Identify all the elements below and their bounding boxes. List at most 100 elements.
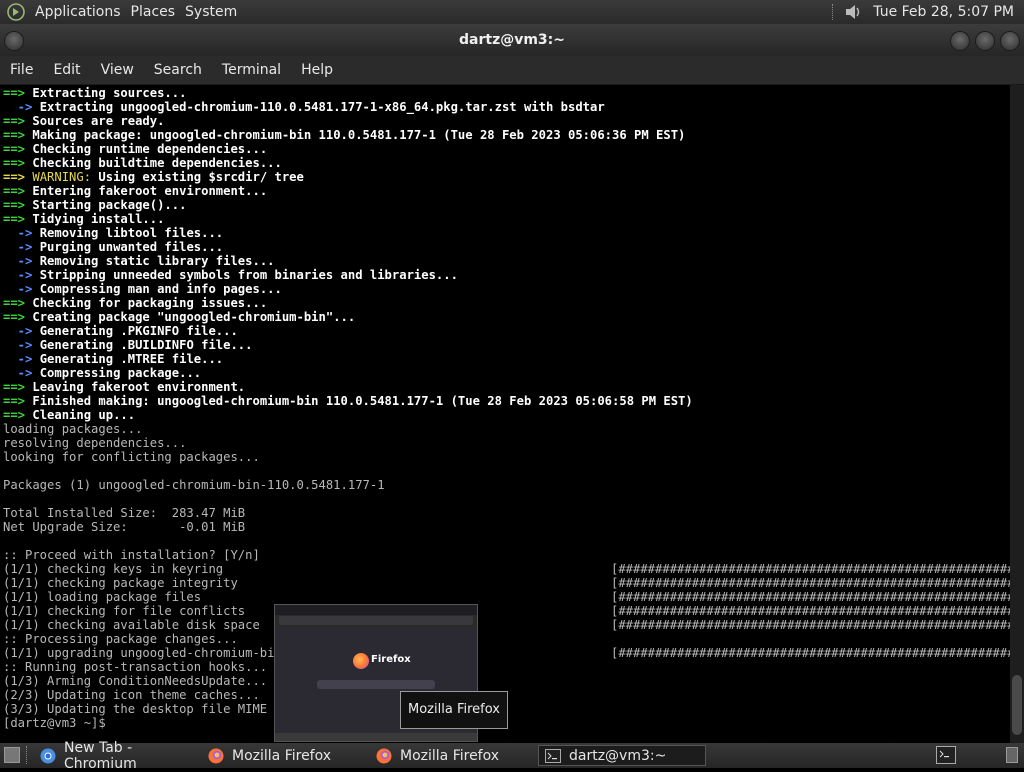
line-text: (1/1) loading package files (3, 590, 202, 604)
line-text: :: Running post-transaction hooks... (3, 660, 268, 674)
line-text: Checking buildtime dependencies... (25, 156, 282, 170)
show-desktop-icon[interactable] (4, 747, 20, 763)
line-prefix: -> (3, 352, 33, 366)
applications-menu[interactable]: Applications (30, 0, 126, 24)
window-menu-button[interactable] (4, 31, 24, 51)
firefox-icon (376, 748, 392, 763)
taskbar-terminal[interactable]: dartz@vm3:~ (538, 745, 706, 766)
terminal-line: :: Proceed with installation? [Y/n] (3, 548, 260, 562)
minimize-button[interactable] (950, 31, 970, 51)
terminal-line: (1/1) upgrading ungoogled-chromium-bin (3, 646, 282, 660)
progress-bar-text: [#######################################… (611, 604, 1010, 618)
line-text: (1/1) checking keys in keyring (3, 562, 224, 576)
trash-icon[interactable] (1006, 747, 1018, 763)
line-text: resolving dependencies... (3, 436, 187, 450)
terminal-line: ==> Creating package "ungoogled-chromium… (3, 310, 355, 324)
scrollbar-thumb[interactable] (1012, 675, 1022, 735)
menu-search[interactable]: Search (144, 56, 212, 84)
maximize-button[interactable] (975, 31, 995, 51)
line-text: Making package: ungoogled-chromium-bin 1… (25, 128, 686, 142)
menu-view[interactable]: View (91, 56, 144, 84)
terminal-line: loading packages... (3, 422, 142, 436)
window-titlebar[interactable]: dartz@vm3:~ (0, 24, 1024, 56)
distro-logo-icon[interactable] (6, 2, 26, 22)
line-text: :: Processing package changes... (3, 632, 238, 646)
terminal-line: (1/3) Arming ConditionNeedsUpdate... (3, 674, 267, 688)
speaker-volume-icon[interactable] (843, 2, 863, 22)
line-text: Starting package()... (25, 198, 187, 212)
line-prefix: -> (3, 338, 33, 352)
chromium-icon (40, 748, 56, 763)
window-title: dartz@vm3:~ (459, 32, 565, 48)
line-prefix: ==> (3, 86, 26, 100)
line-prefix: ==> (3, 114, 26, 128)
line-text: Cleaning up... (25, 408, 136, 422)
system-menu[interactable]: System (180, 0, 242, 24)
bottom-taskbar: New Tab - Chromium Mozilla Firefox Mozil… (0, 740, 1024, 772)
terminal-line: [dartz@vm3 ~]$ (3, 716, 113, 730)
preview-urlbar (279, 616, 473, 625)
line-text: Stripping unneeded symbols from binaries… (32, 268, 458, 282)
top-panel: Applications Places System Tue Feb 28, 5… (0, 0, 1024, 24)
line-text: (1/1) checking for file conflicts (3, 604, 246, 618)
line-text: Packages (1) ungoogled-chromium-bin-110.… (3, 478, 385, 492)
terminal-icon (545, 748, 561, 763)
line-text: Extracting sources... (25, 86, 187, 100)
places-menu[interactable]: Places (126, 0, 181, 24)
terminal-scrollbar[interactable] (1010, 85, 1024, 743)
line-prefix: -> (3, 366, 33, 380)
terminal-line: ==> Checking for packaging issues... (3, 296, 267, 310)
preview-statusbar (275, 733, 477, 741)
line-prefix: ==> (3, 212, 26, 226)
line-text: [dartz@vm3 ~]$ (3, 716, 114, 730)
line-prefix: -> (3, 226, 33, 240)
line-text: (1/1) upgrading ungoogled-chromium-bin (3, 646, 282, 660)
line-text: (1/1) checking package integrity (3, 576, 238, 590)
line-prefix: ==> (3, 380, 26, 394)
menu-file[interactable]: File (0, 56, 43, 84)
line-prefix: ==> (3, 296, 26, 310)
terminal-line: -> Generating .BUILDINFO file... (3, 338, 253, 352)
line-text: Purging unwanted files... (32, 240, 224, 254)
terminal-output[interactable]: ==> Extracting sources... -> Extracting … (0, 85, 1010, 743)
taskbar-chromium[interactable]: New Tab - Chromium (34, 740, 200, 772)
line-text: Creating package "ungoogled-chromium-bin… (25, 310, 356, 324)
line-text: Removing static library files... (32, 254, 275, 268)
terminal-line: -> Removing static library files... (3, 254, 275, 268)
taskbar-firefox-1[interactable]: Mozilla Firefox (202, 745, 368, 766)
line-prefix: -> (3, 254, 33, 268)
terminal-line: ==> Sources are ready. (3, 114, 164, 128)
menu-help[interactable]: Help (291, 56, 343, 84)
terminal-line: -> Compressing man and info pages... (3, 282, 282, 296)
terminal-line: (2/3) Updating icon theme caches... (3, 688, 260, 702)
menu-edit[interactable]: Edit (43, 56, 90, 84)
terminal-line: ==> Cleaning up... (3, 408, 135, 422)
terminal-line: ==> Extracting sources... (3, 86, 186, 100)
terminal-line: :: Processing package changes... (3, 632, 238, 646)
line-prefix: ==> (3, 310, 26, 324)
line-text-continued: Using existing $srcdir/ tree (91, 170, 304, 184)
line-text: Generating .MTREE file... (32, 352, 224, 366)
line-text: Net Upgrade Size: -0.01 MiB (3, 520, 246, 534)
line-text: Tidying install... (25, 212, 165, 226)
clock[interactable]: Tue Feb 28, 5:07 PM (867, 4, 1024, 20)
taskbar-firefox-2[interactable]: Mozilla Firefox (370, 745, 536, 766)
taskbar-label: dartz@vm3:~ (569, 747, 667, 764)
taskbar-label: Mozilla Firefox (400, 747, 500, 764)
terminal-line: Total Installed Size: 283.47 MiB (3, 506, 245, 520)
workspace-switcher-icon[interactable] (936, 746, 956, 764)
progress-bar-text: [#######################################… (611, 646, 1010, 660)
taskbar-separator (26, 746, 29, 764)
terminal-line: ==> Leaving fakeroot environment. (3, 380, 245, 394)
line-text: (2/3) Updating icon theme caches... (3, 688, 260, 702)
preview-brand: Firefox (371, 654, 411, 665)
terminal-line: -> Stripping unneeded symbols from binar… (3, 268, 458, 282)
terminal-line: (1/1) checking available disk space (3, 618, 260, 632)
line-text: Removing libtool files... (32, 226, 224, 240)
line-prefix: ==> (3, 156, 26, 170)
terminal-line: (1/1) checking for file conflicts (3, 604, 245, 618)
line-text: Entering fakeroot environment... (25, 184, 268, 198)
menu-terminal[interactable]: Terminal (212, 56, 291, 84)
panel-separator (832, 4, 835, 20)
close-button[interactable] (1000, 31, 1020, 51)
